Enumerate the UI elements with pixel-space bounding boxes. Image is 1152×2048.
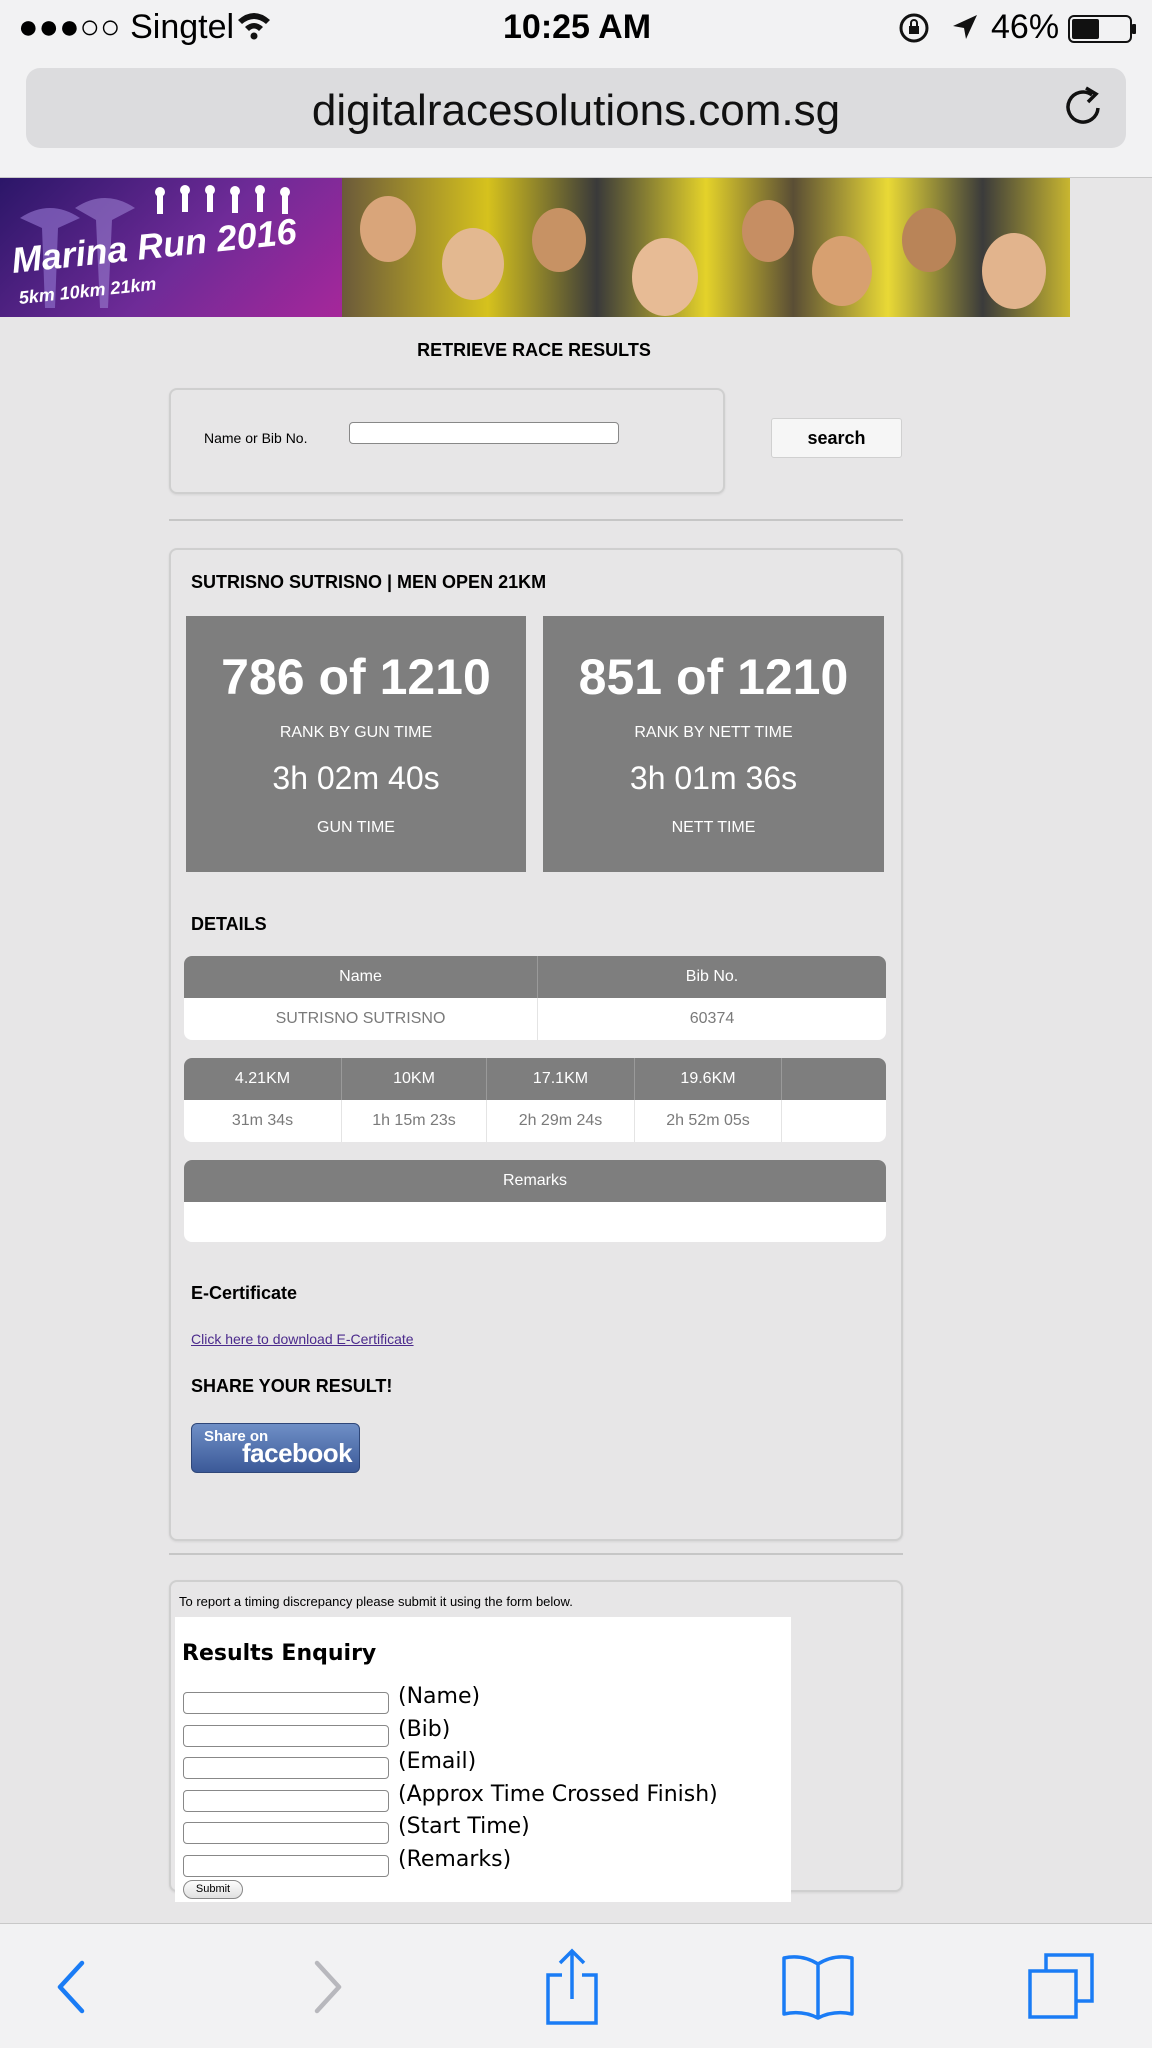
search-label: Name or Bib No.: [204, 430, 308, 446]
wifi-icon: [236, 10, 272, 49]
details-header-row: Name Bib No.: [184, 956, 886, 998]
enquiry-finish-time-label: (Approx Time Crossed Finish): [398, 1782, 718, 1807]
splits-header-row: 4.21KM 10KM 17.1KM 19.6KM: [184, 1058, 886, 1100]
enquiry-bib-label: (Bib): [398, 1717, 451, 1742]
enquiry-title: Results Enquiry: [182, 1641, 377, 1666]
table-header-cell: 4.21KM: [234, 1070, 291, 1087]
splits-table: 4.21KM 10KM 17.1KM 19.6KM 31m 34s 1h 15m…: [184, 1058, 886, 1142]
bib-number-cell: 60374: [537, 998, 886, 1040]
location-icon: [950, 12, 980, 51]
reload-icon[interactable]: [1062, 84, 1106, 135]
table-header-cell: [781, 1058, 886, 1100]
enquiry-start-time-field[interactable]: [183, 1822, 389, 1844]
split-time-cell: 31m 34s: [231, 1112, 294, 1129]
athlete-name-cell: SUTRISNO SUTRISNO: [275, 1010, 446, 1027]
share-heading: SHARE YOUR RESULT!: [191, 1376, 393, 1396]
ecertificate-heading: E-Certificate: [191, 1283, 298, 1303]
banner-logo-area: Marina Run 2016 5km 10km 21km: [0, 178, 342, 317]
share-on-facebook-button[interactable]: Share on facebook: [191, 1423, 360, 1473]
tabs-icon[interactable]: [1020, 1924, 1104, 2048]
divider: [169, 1553, 903, 1555]
rotation-lock-icon: [898, 12, 930, 53]
remarks-header-row: Remarks: [184, 1160, 886, 1202]
gun-rank-label: RANK BY GUN TIME: [279, 724, 433, 741]
table-header-cell: Name: [339, 968, 382, 985]
battery-icon: [1068, 14, 1138, 53]
download-ecertificate-link[interactable]: Click here to download E-Certificate: [191, 1331, 414, 1347]
enquiry-name-label: (Name): [398, 1684, 481, 1709]
back-icon[interactable]: [30, 1924, 114, 2048]
table-header-cell: Bib No.: [537, 956, 886, 998]
table-header-cell: 19.6KM: [634, 1058, 781, 1100]
enquiry-start-time-label: (Start Time): [398, 1814, 530, 1839]
enquiry-remarks-label: (Remarks): [398, 1847, 512, 1872]
table-header-cell: 17.1KM: [486, 1058, 634, 1100]
submit-button[interactable]: Submit: [183, 1880, 243, 1899]
enquiry-email-field[interactable]: [183, 1757, 389, 1779]
divider: [169, 519, 903, 521]
table-row: SUTRISNO SUTRISNO 60374: [184, 998, 886, 1040]
athlete-title: SUTRISNO SUTRISNO | MEN OPEN 21KM: [191, 572, 547, 592]
retrieve-results-heading: RETRIEVE RACE RESULTS: [417, 340, 651, 360]
nett-time-value: 3h 01m 36s: [629, 760, 798, 796]
share-icon[interactable]: [530, 1924, 614, 2048]
browser-toolbar: [0, 1923, 1152, 2048]
battery-percent: 46%: [991, 8, 1060, 46]
gun-time-label: GUN TIME: [317, 819, 395, 836]
bookmarks-icon[interactable]: [776, 1924, 860, 2048]
details-table: Name Bib No. SUTRISNO SUTRISNO 60374: [184, 956, 886, 1040]
search-button[interactable]: search: [771, 418, 902, 458]
table-row: [184, 1202, 886, 1242]
details-heading: DETAILS: [191, 914, 267, 934]
enquiry-remarks-field[interactable]: [183, 1855, 389, 1877]
split-time-cell: 2h 29m 24s: [486, 1100, 634, 1142]
table-row: 31m 34s 1h 15m 23s 2h 29m 24s 2h 52m 05s: [184, 1100, 886, 1142]
enquiry-finish-time-field[interactable]: [183, 1790, 389, 1812]
banner-runners-photo: [342, 178, 1070, 317]
nett-rank-value: 851 of 1210: [578, 649, 849, 705]
race-banner: Marina Run 2016 5km 10km 21km: [0, 178, 1070, 317]
nett-rank-card: 851 of 1210 RANK BY NETT TIME 3h 01m 36s…: [543, 616, 884, 872]
split-time-cell: 1h 15m 23s: [341, 1100, 486, 1142]
split-time-cell: 2h 52m 05s: [634, 1100, 781, 1142]
table-header-cell: 10KM: [341, 1058, 486, 1100]
nett-time-label: NETT TIME: [671, 819, 756, 836]
table-header-cell: Remarks: [502, 1172, 567, 1189]
gun-time-value: 3h 02m 40s: [272, 760, 440, 796]
enquiry-note: To report a timing discrepancy please su…: [179, 1594, 573, 1609]
gun-rank-card: 786 of 1210 RANK BY GUN TIME 3h 02m 40s …: [186, 616, 526, 872]
remarks-cell: [184, 1202, 886, 1242]
nett-rank-label: RANK BY NETT TIME: [634, 724, 793, 741]
clock: 10:25 AM: [503, 8, 652, 46]
gun-rank-value: 786 of 1210: [221, 649, 491, 705]
enquiry-name-field[interactable]: [183, 1692, 389, 1714]
url-text: digitalracesolutions.com.sg: [311, 86, 841, 135]
search-input[interactable]: [349, 422, 619, 444]
facebook-logo-text: facebook: [242, 1438, 353, 1468]
enquiry-bib-field[interactable]: [183, 1725, 389, 1747]
remarks-table: Remarks: [184, 1160, 886, 1242]
carrier-label: ●●●○○ Singtel: [18, 8, 235, 46]
forward-icon[interactable]: [285, 1924, 369, 2048]
status-bar: ●●●○○ Singtel 10:25 AM 46%: [0, 0, 1152, 58]
address-bar[interactable]: digitalracesolutions.com.sg: [26, 68, 1126, 148]
enquiry-email-label: (Email): [398, 1749, 477, 1774]
split-time-cell: [781, 1100, 886, 1142]
